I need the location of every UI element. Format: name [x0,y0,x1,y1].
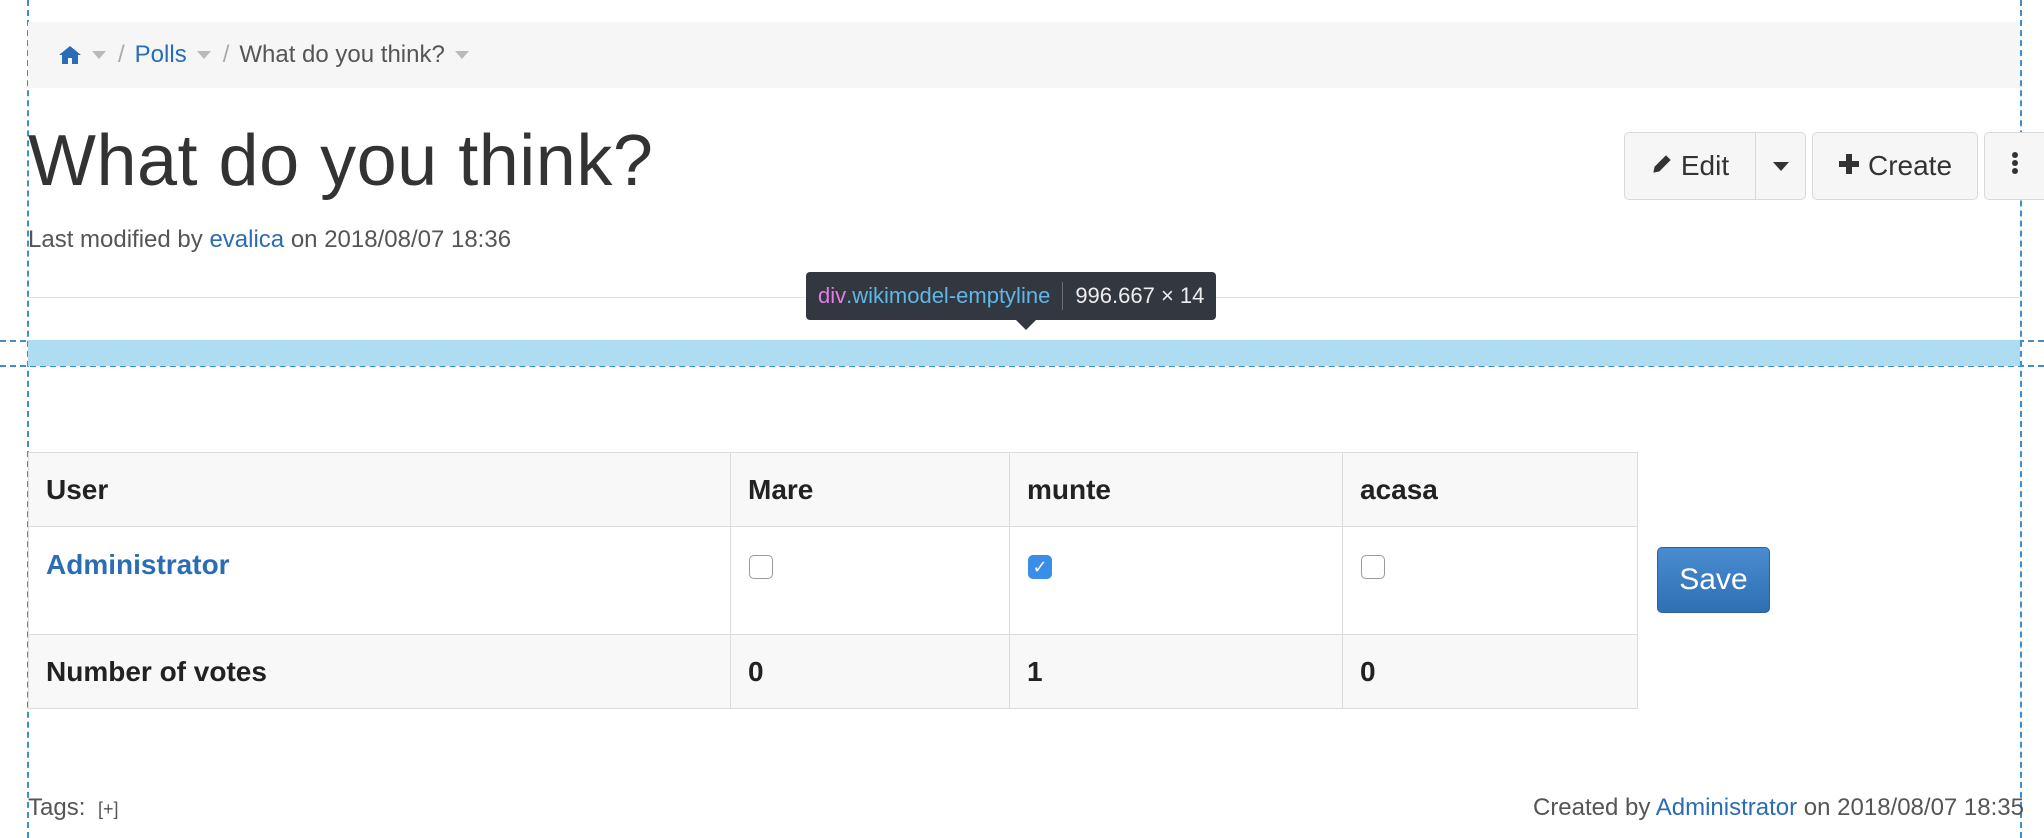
vote-checkbox-munte[interactable]: ✓ [1028,554,1052,579]
chevron-down-icon[interactable] [92,51,106,59]
pencil-icon [1651,150,1673,182]
column-header-mare: Mare [730,452,1010,527]
create-button[interactable]: Create [1812,132,1978,200]
chevron-down-icon [1772,161,1789,171]
created-info: Created by Administrator on 2018/08/07 1… [1533,794,2024,822]
table-header-row: User Mare munte acasa [28,452,1638,527]
edit-button[interactable]: Edit [1624,132,1756,200]
tooltip-class: .wikimodel-emptyline [846,283,1051,308]
vote-checkbox-mare[interactable] [749,554,773,579]
breadcrumb-separator: / [222,41,230,68]
vote-cell: ✓ [1009,526,1343,635]
created-user-link[interactable]: Administrator [1656,794,1797,821]
modified-prefix: Last modified by [28,226,203,253]
page-title: What do you think? [28,121,654,201]
add-tag-link[interactable]: [+] [98,799,119,819]
create-label: Create [1867,150,1953,181]
breadcrumb-item-current: What do you think? [239,41,445,68]
user-cell: Administrator [28,526,731,635]
chevron-down-icon[interactable] [454,51,469,59]
column-header-munte: munte [1009,452,1343,527]
breadcrumb-separator: / [118,41,125,68]
table-row: Administrator ✓ [28,526,1638,635]
plus-icon [1838,150,1860,182]
devtools-guide-right [2020,0,2022,838]
vertical-dots-icon [2011,150,2019,182]
devtools-inspect-tooltip: div .wikimodel-emptyline 996.667 × 14 [806,272,1217,330]
tooltip-size: 996.667 × 14 [1075,283,1205,308]
vote-cell [730,526,1010,635]
tooltip-separator [1062,282,1064,310]
created-date: on 2018/08/07 18:35 [1803,794,2024,821]
chevron-down-icon[interactable] [196,51,211,59]
modified-date: on 2018/08/07 18:36 [290,226,512,253]
tags-section: Tags: [+] [28,794,119,822]
breadcrumb-item-polls[interactable]: Polls [135,41,187,69]
totals-row: Number of votes 0 1 0 [28,634,1638,709]
poll-table: User Mare munte acasa Administrator ✓ Nu… [28,452,1638,709]
modified-user-link[interactable]: evalica [209,226,284,253]
tags-label: Tags: [28,794,86,821]
page-actions: Edit Create [1624,132,2044,200]
user-link[interactable]: Administrator [46,549,230,580]
breadcrumb: / Polls / What do you think? [28,22,2020,88]
last-modified-info: Last modified by evalica on 2018/08/07 1… [28,226,511,254]
vote-cell [1342,526,1638,635]
created-prefix: Created by [1532,794,1651,821]
devtools-element-highlight [28,340,2020,366]
edit-label: Edit [1680,150,1730,181]
edit-dropdown-button[interactable] [1756,132,1806,200]
more-actions-button[interactable] [1984,132,2044,200]
total-acasa: 0 [1342,634,1638,709]
total-munte: 1 [1009,634,1343,709]
total-mare: 0 [730,634,1010,709]
column-header-acasa: acasa [1342,452,1638,527]
save-button[interactable]: Save [1657,547,1770,613]
totals-label: Number of votes [28,634,731,709]
vote-checkbox-acasa[interactable] [1361,554,1385,579]
column-header-user: User [28,452,731,527]
home-icon[interactable] [58,44,82,66]
tooltip-tag: div [818,283,847,308]
edit-button-group: Edit [1624,132,1806,200]
